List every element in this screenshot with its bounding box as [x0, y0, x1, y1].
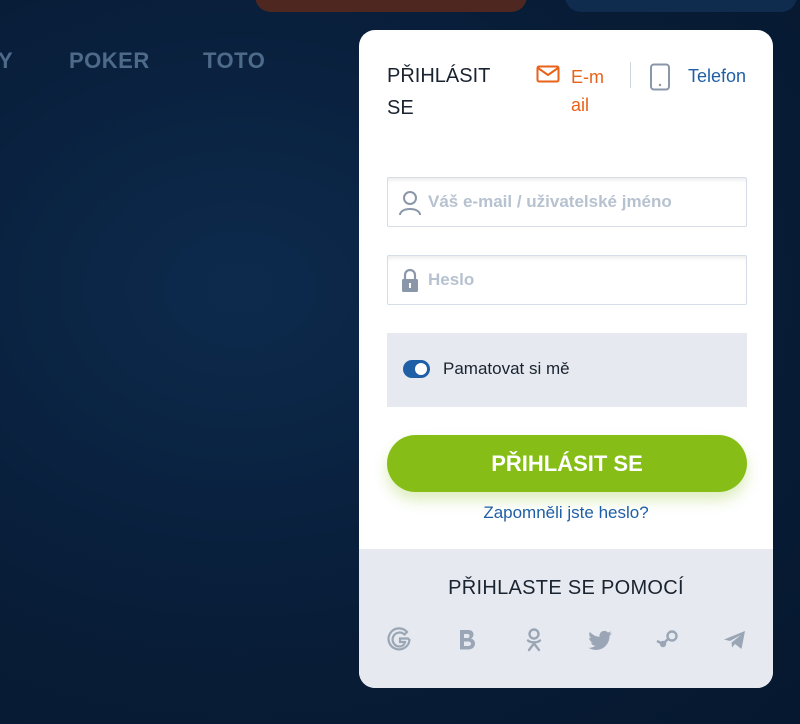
login-method-email-label: E-mail — [571, 67, 604, 115]
email-field[interactable] — [387, 177, 747, 227]
social-login-section: PŘIHLASTE SE POMOCÍ — [359, 549, 773, 688]
remember-me-row: Pamatovat si mě — [387, 333, 747, 407]
login-panel: PŘIHLÁSIT SE E-mail Telefon Váš e-mail /… — [359, 30, 773, 688]
remember-me-toggle[interactable] — [403, 360, 430, 378]
odnoklassniki-icon[interactable] — [521, 627, 547, 653]
google-icon[interactable] — [387, 627, 413, 653]
forgot-password-link[interactable]: Zapomněli jste heslo? — [359, 503, 773, 523]
password-input[interactable] — [428, 256, 738, 304]
remember-me-label[interactable]: Pamatovat si mě — [443, 359, 570, 379]
steam-icon[interactable] — [655, 627, 681, 653]
method-divider — [630, 62, 631, 88]
login-title: PŘIHLÁSIT SE — [387, 65, 490, 119]
email-input[interactable] — [428, 178, 738, 226]
lock-icon — [402, 268, 418, 292]
login-method-email[interactable]: E-mail — [536, 63, 616, 119]
nav-item-partial[interactable]: Y — [0, 48, 13, 74]
login-method-phone-label: Telefon — [688, 66, 747, 86]
top-left-button[interactable] — [255, 0, 527, 12]
toggle-knob — [415, 363, 427, 375]
phone-icon — [650, 63, 670, 91]
user-icon — [399, 191, 421, 216]
login-submit-button[interactable]: PŘIHLÁSIT SE — [387, 435, 747, 492]
top-right-button[interactable] — [565, 0, 797, 12]
social-icons-row — [387, 627, 747, 655]
envelope-icon — [536, 65, 560, 83]
login-method-phone[interactable]: Telefon — [649, 63, 773, 93]
password-field[interactable] — [387, 255, 747, 305]
vk-icon[interactable] — [454, 627, 480, 653]
nav-item-poker[interactable]: POKER — [69, 48, 150, 74]
twitter-icon[interactable] — [588, 627, 614, 653]
social-login-title: PŘIHLASTE SE POMOCÍ — [448, 577, 684, 599]
nav-item-toto[interactable]: TOTO — [203, 48, 265, 74]
login-header: PŘIHLÁSIT SE E-mail Telefon — [387, 60, 755, 120]
telegram-icon[interactable] — [722, 627, 748, 653]
